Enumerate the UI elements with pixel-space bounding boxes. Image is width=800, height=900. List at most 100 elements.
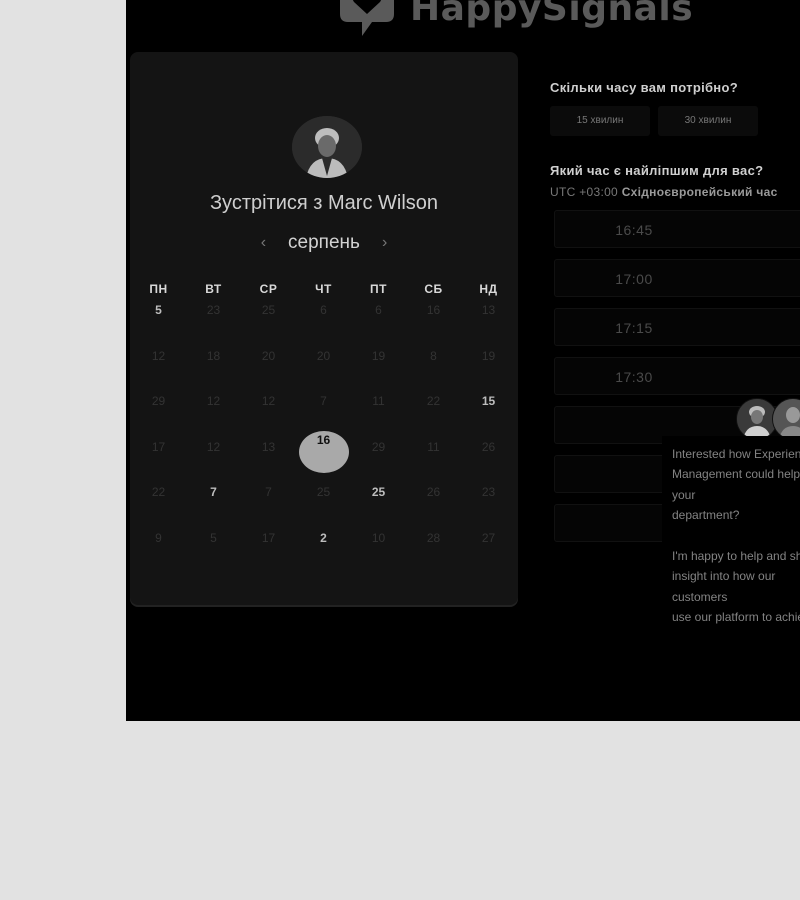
duration-options: 15 хвилин 30 хвилин <box>550 106 758 136</box>
calendar-day: 18 <box>186 348 241 364</box>
calendar-day: 7 <box>296 393 351 409</box>
calendar-day-number: 19 <box>371 348 386 363</box>
calendar-day-number: 8 <box>430 348 437 363</box>
calendar-day-selected[interactable]: 16 <box>296 430 351 473</box>
calendar-day: 20 <box>241 348 296 364</box>
calendar-day-number: 15 <box>481 394 496 409</box>
calendar-day-number: 29 <box>151 394 166 409</box>
calendar-day[interactable]: 25 <box>351 484 406 500</box>
timezone-label[interactable]: UTC +03:00 Східноєвропейський час <box>550 185 778 199</box>
calendar-day: 17 <box>241 530 296 546</box>
calendar-day-number: 29 <box>371 439 386 454</box>
calendar-day: 17 <box>131 439 186 455</box>
calendar-day: 25 <box>296 484 351 500</box>
weekday-label: ПН <box>149 282 168 296</box>
weekday-label: ЧТ <box>315 282 332 296</box>
host-avatar <box>292 116 362 178</box>
calendar-day: 23 <box>186 302 241 318</box>
duration-option-30[interactable]: 30 хвилин <box>658 106 758 136</box>
calendar-day-number: 12 <box>206 439 221 454</box>
calendar-day[interactable]: 15 <box>461 393 516 409</box>
calendar-day: 11 <box>406 439 461 455</box>
weekday-label: ВТ <box>205 282 222 296</box>
calendar-card: Зустрітися з Marc Wilson ‹ серпень › ПН … <box>130 52 518 605</box>
calendar-week-row: 9 5 17 2 10 28 27 <box>131 530 519 576</box>
calendar-day: 29 <box>131 393 186 409</box>
timezone-offset: UTC +03:00 <box>550 185 619 199</box>
day-grid: 5 23 25 6 6 16 13 12 18 20 20 19 8 19 29 12 12 7 11 22 15 17 1… <box>131 302 519 576</box>
calendar-day-number: 18 <box>206 348 221 363</box>
calendar-day: 11 <box>351 393 406 409</box>
calendar-day: 8 <box>406 348 461 364</box>
month-navigation: ‹ серпень › <box>130 232 518 254</box>
calendar-day-number: 22 <box>151 485 166 500</box>
calendar-day: 6 <box>296 302 351 318</box>
calendar-day-number: 6 <box>320 303 327 317</box>
calendar-week-row: 5 23 25 6 6 16 13 <box>131 302 519 348</box>
chat-agent-avatar <box>772 398 800 440</box>
calendar-day-number: 22 <box>426 394 441 409</box>
calendar-day-number: 13 <box>261 439 276 454</box>
calendar-day-number: 17 <box>261 530 276 545</box>
calendar-day-number: 7 <box>210 485 217 500</box>
calendar-day-number: 16 <box>426 303 441 317</box>
chat-avatars[interactable] <box>736 398 800 440</box>
calendar-day-number: 13 <box>481 303 496 317</box>
calendar-day: 26 <box>461 439 516 455</box>
time-slot-button[interactable]: 16:45 <box>554 210 800 248</box>
calendar-day-number: 20 <box>316 348 331 363</box>
calendar-day-number: 5 <box>155 303 162 317</box>
time-question: Який час є найліпшим для вас? <box>550 163 764 178</box>
duration-question: Скільки часу вам потрібно? <box>550 80 738 95</box>
calendar-day-number: 10 <box>371 530 386 545</box>
calendar-day-number: 16 <box>316 432 331 447</box>
calendar-day: 10 <box>351 530 406 546</box>
calendar-day: 22 <box>131 484 186 500</box>
calendar-day: 26 <box>406 484 461 500</box>
calendar-day-number: 12 <box>261 394 276 409</box>
calendar-day-number: 11 <box>427 439 440 454</box>
calendar-day-number: 7 <box>265 485 272 500</box>
timezone-name: Східноєвропейський час <box>621 185 778 199</box>
weekday-header: ПН ВТ СР ЧТ ПТ СБ НД <box>130 282 519 296</box>
calendar-day: 29 <box>351 439 406 455</box>
calendar-day: 12 <box>131 348 186 364</box>
calendar-day[interactable]: 2 <box>296 530 351 546</box>
calendar-day: 19 <box>351 348 406 364</box>
weekday-label: НД <box>479 282 498 296</box>
calendar-day-number: 20 <box>261 348 276 363</box>
calendar-day-number: 26 <box>426 485 441 500</box>
time-slot-button[interactable]: 17:00 <box>554 259 800 297</box>
chat-message[interactable]: Interested how Experience Management cou… <box>662 436 800 632</box>
calendar-day-number: 12 <box>151 348 166 363</box>
calendar-day: 16 <box>406 302 461 318</box>
duration-option-15[interactable]: 15 хвилин <box>550 106 650 136</box>
calendar-day-number: 2 <box>320 530 327 545</box>
time-slot-button[interactable]: 17:30 <box>554 357 800 395</box>
calendar-day-number: 25 <box>261 303 276 317</box>
chevron-left-icon[interactable]: ‹ <box>261 234 266 252</box>
chat-agent-avatar-image <box>737 399 777 439</box>
calendar-day[interactable]: 5 <box>131 302 186 318</box>
calendar-day: 7 <box>241 484 296 500</box>
calendar-day-number: 6 <box>375 303 382 317</box>
time-slot-button[interactable]: 17:15 <box>554 308 800 346</box>
calendar-day: 9 <box>131 530 186 546</box>
scheduler-page: HappySignals Зустрітися з Marc Wilson ‹ … <box>126 0 800 721</box>
calendar-day: 6 <box>351 302 406 318</box>
calendar-day[interactable]: 7 <box>186 484 241 500</box>
calendar-day: 13 <box>461 302 516 318</box>
meeting-title: Зустрітися з Marc Wilson <box>209 192 439 214</box>
calendar-week-row: 12 18 20 20 19 8 19 <box>131 348 519 394</box>
calendar-day: 23 <box>461 484 516 500</box>
weekday-label: СР <box>259 282 278 296</box>
chevron-right-icon[interactable]: › <box>382 234 387 252</box>
calendar-day: 12 <box>186 439 241 455</box>
calendar-day: 5 <box>186 530 241 546</box>
calendar-day-number: 11 <box>372 394 385 409</box>
host-avatar-image <box>292 116 362 178</box>
weekday-label: ПТ <box>370 282 387 296</box>
calendar-day: 28 <box>406 530 461 546</box>
calendar-day-number: 26 <box>481 439 496 454</box>
calendar-day-number: 23 <box>481 485 496 500</box>
